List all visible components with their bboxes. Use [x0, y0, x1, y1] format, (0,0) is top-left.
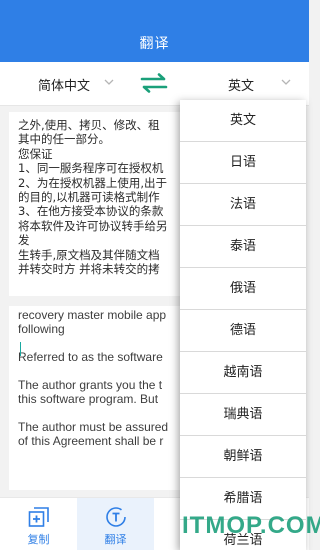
dropdown-option[interactable]: 法语	[180, 184, 306, 226]
app-header: 翻译	[0, 0, 309, 62]
swap-languages-icon[interactable]	[140, 73, 168, 93]
tab-translate[interactable]: 翻译	[77, 498, 154, 550]
chevron-down-icon[interactable]	[103, 76, 115, 88]
translate-icon	[105, 506, 127, 528]
dropdown-option[interactable]: 朝鲜语	[180, 436, 306, 478]
copy-add-icon	[28, 506, 50, 528]
target-language-dropdown: 英文 日语 法语 泰语 俄语 德语 越南语 瑞典语 朝鲜语 希腊语 荷兰语	[180, 100, 306, 550]
tab-copy[interactable]: 复制	[0, 498, 77, 550]
chevron-down-icon[interactable]	[280, 76, 292, 88]
text-caret	[20, 342, 21, 356]
dropdown-option[interactable]: 俄语	[180, 268, 306, 310]
target-language-select[interactable]: 英文	[228, 75, 254, 94]
tab-translate-label: 翻译	[104, 533, 127, 546]
dropdown-option[interactable]: 德语	[180, 310, 306, 352]
source-language-select[interactable]: 简体中文	[38, 75, 90, 94]
page-title: 翻译	[139, 36, 170, 52]
dropdown-option[interactable]: 泰语	[180, 226, 306, 268]
dropdown-option[interactable]: 英文	[180, 100, 306, 142]
dropdown-option[interactable]: 日语	[180, 142, 306, 184]
dropdown-option[interactable]: 瑞典语	[180, 394, 306, 436]
tab-copy-label: 复制	[27, 533, 50, 546]
watermark: ITMOP.COM	[182, 512, 320, 539]
dropdown-option[interactable]: 越南语	[180, 352, 306, 394]
